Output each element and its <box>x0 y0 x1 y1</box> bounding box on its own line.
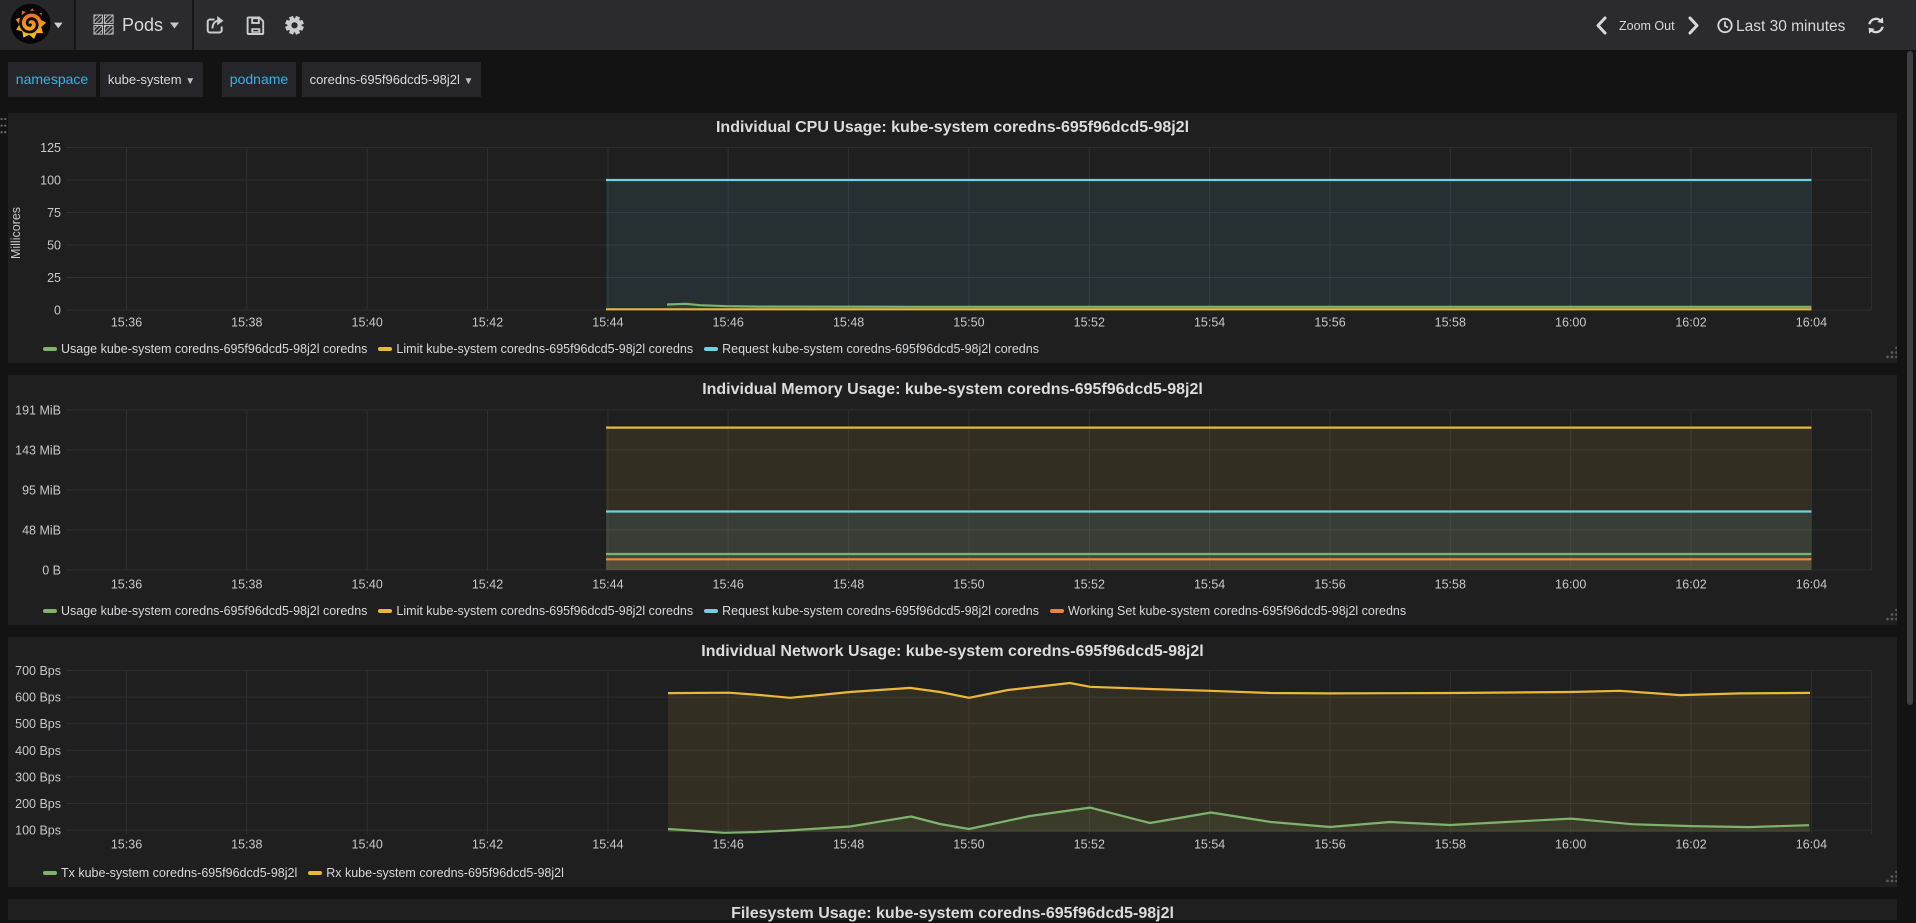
svg-text:15:50: 15:50 <box>953 316 984 330</box>
svg-text:0: 0 <box>54 304 61 318</box>
svg-text:15:44: 15:44 <box>592 838 623 852</box>
svg-text:Zoom Out: Zoom Out <box>1619 19 1675 33</box>
svg-text:125: 125 <box>40 141 61 155</box>
svg-text:16:02: 16:02 <box>1675 838 1706 852</box>
svg-text:15:54: 15:54 <box>1194 578 1225 592</box>
svg-text:15:48: 15:48 <box>833 316 864 330</box>
svg-text:15:36: 15:36 <box>111 838 142 852</box>
svg-text:25: 25 <box>47 271 61 285</box>
svg-text:400 Bps: 400 Bps <box>15 744 61 758</box>
svg-text:200 Bps: 200 Bps <box>15 797 61 811</box>
svg-text:15:58: 15:58 <box>1435 316 1466 330</box>
svg-text:75: 75 <box>47 206 61 220</box>
svg-text:Last 30 minutes: Last 30 minutes <box>1736 18 1846 35</box>
svg-text:15:56: 15:56 <box>1314 316 1345 330</box>
svg-text:16:00: 16:00 <box>1555 838 1586 852</box>
svg-text:16:02: 16:02 <box>1675 316 1706 330</box>
svg-text:15:52: 15:52 <box>1074 578 1105 592</box>
svg-text:16:04: 16:04 <box>1796 578 1827 592</box>
svg-text:16:00: 16:00 <box>1555 316 1586 330</box>
svg-text:300 Bps: 300 Bps <box>15 770 61 784</box>
svg-text:100: 100 <box>40 174 61 188</box>
svg-text:16:04: 16:04 <box>1796 316 1827 330</box>
svg-text:100 Bps: 100 Bps <box>15 824 61 838</box>
svg-text:16:02: 16:02 <box>1675 578 1706 592</box>
svg-text:15:40: 15:40 <box>352 316 383 330</box>
svg-text:48 MiB: 48 MiB <box>22 524 61 538</box>
svg-text:15:46: 15:46 <box>713 838 744 852</box>
svg-text:95 MiB: 95 MiB <box>22 484 61 498</box>
svg-text:15:56: 15:56 <box>1314 838 1345 852</box>
svg-text:15:48: 15:48 <box>833 578 864 592</box>
svg-text:16:00: 16:00 <box>1555 578 1586 592</box>
svg-text:191 MiB: 191 MiB <box>15 404 61 418</box>
svg-text:15:46: 15:46 <box>713 578 744 592</box>
svg-text:15:38: 15:38 <box>231 316 262 330</box>
svg-text:50: 50 <box>47 239 61 253</box>
svg-text:700 Bps: 700 Bps <box>15 664 61 678</box>
svg-text:15:52: 15:52 <box>1074 838 1105 852</box>
svg-text:0 B: 0 B <box>42 564 61 578</box>
svg-text:15:48: 15:48 <box>833 838 864 852</box>
svg-text:15:52: 15:52 <box>1074 316 1105 330</box>
svg-text:Millicores: Millicores <box>9 207 23 259</box>
svg-text:15:38: 15:38 <box>231 578 262 592</box>
svg-text:15:58: 15:58 <box>1435 578 1466 592</box>
svg-text:16:04: 16:04 <box>1796 838 1827 852</box>
svg-text:15:36: 15:36 <box>111 578 142 592</box>
svg-text:15:50: 15:50 <box>953 578 984 592</box>
svg-text:500 Bps: 500 Bps <box>15 717 61 731</box>
svg-text:15:44: 15:44 <box>592 316 623 330</box>
svg-text:15:40: 15:40 <box>352 578 383 592</box>
svg-text:15:40: 15:40 <box>352 838 383 852</box>
svg-text:15:54: 15:54 <box>1194 838 1225 852</box>
svg-text:15:38: 15:38 <box>231 838 262 852</box>
svg-text:Pods: Pods <box>122 15 163 35</box>
svg-text:15:44: 15:44 <box>592 578 623 592</box>
svg-text:15:58: 15:58 <box>1435 838 1466 852</box>
svg-text:15:56: 15:56 <box>1314 578 1345 592</box>
svg-text:15:42: 15:42 <box>472 316 503 330</box>
svg-text:600 Bps: 600 Bps <box>15 691 61 705</box>
svg-text:15:54: 15:54 <box>1194 316 1225 330</box>
svg-text:15:50: 15:50 <box>953 838 984 852</box>
svg-text:143 MiB: 143 MiB <box>15 444 61 458</box>
svg-text:15:36: 15:36 <box>111 316 142 330</box>
svg-text:15:46: 15:46 <box>713 316 744 330</box>
svg-text:15:42: 15:42 <box>472 838 503 852</box>
svg-text:15:42: 15:42 <box>472 578 503 592</box>
